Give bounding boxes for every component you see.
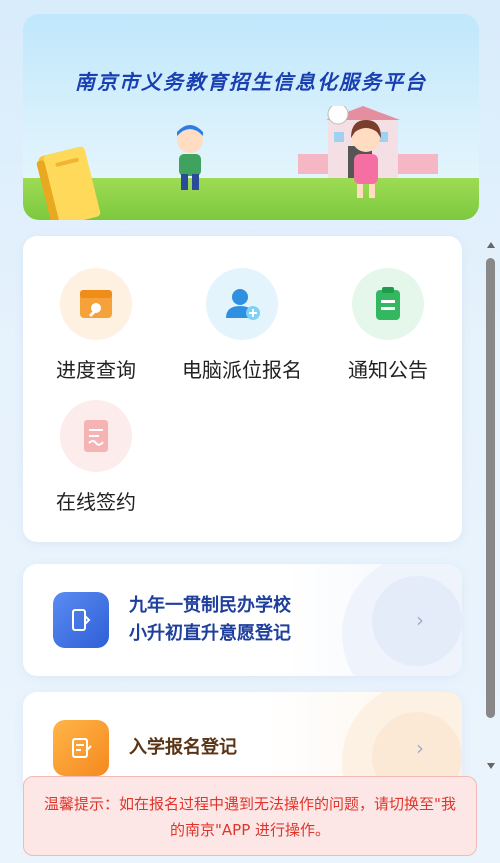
- registration-form-icon: [53, 720, 109, 776]
- service-label-user-register: 电脑派位报名: [182, 358, 302, 382]
- service-label-notice: 通知公告: [348, 358, 428, 382]
- entry-title: 入学报名登记: [129, 737, 237, 758]
- progress-query-icon-circle: [60, 268, 132, 340]
- notice-text: 温馨提示：如在报名过程中遇到无法操作的问题，请切换至"我的南京"APP 进行操作…: [44, 795, 456, 839]
- service-sign[interactable]: 在线签约: [31, 400, 161, 515]
- user-register-icon-circle: [206, 268, 278, 340]
- banner-title: 南京市义务教育招生信息化服务平台: [75, 70, 427, 94]
- chevron-right-icon: ›: [416, 736, 424, 760]
- sign-icon-circle: [60, 400, 132, 472]
- entry-title-line1: 九年一贯制民办学校: [129, 595, 291, 616]
- services-card: 进度查询 电脑派位报名 通知公告 在线签约: [23, 236, 462, 542]
- entry-title-line2: 小升初直升意愿登记: [129, 623, 291, 644]
- boy-illustration: [177, 125, 203, 190]
- entry-private-school-registration[interactable]: 九年一贯制民办学校 小升初直升意愿登记 ›: [23, 564, 462, 676]
- service-user-register[interactable]: 电脑派位报名: [177, 268, 307, 383]
- banner: 南京市义务教育招生信息化服务平台: [23, 14, 479, 220]
- scrollbar[interactable]: [484, 238, 498, 773]
- sign-icon: [84, 420, 108, 452]
- door-icon: [53, 592, 109, 648]
- warm-tip-notice: 温馨提示：如在报名过程中遇到无法操作的问题，请切换至"我的南京"APP 进行操作…: [23, 776, 477, 856]
- chevron-right-icon: ›: [416, 608, 424, 632]
- service-label-progress-query: 进度查询: [56, 358, 136, 382]
- notice-icon: [376, 287, 400, 320]
- service-progress-query[interactable]: 进度查询: [31, 268, 161, 383]
- user-register-icon: [226, 289, 260, 320]
- scrollbar-thumb[interactable]: [486, 258, 495, 718]
- notice-icon-circle: [352, 268, 424, 340]
- scroll-down-arrow-icon[interactable]: [487, 763, 495, 769]
- girl-illustration: [351, 120, 381, 198]
- service-label-sign: 在线签约: [56, 490, 136, 514]
- scroll-up-arrow-icon[interactable]: [487, 242, 495, 248]
- service-notice[interactable]: 通知公告: [323, 268, 453, 383]
- progress-query-icon: [80, 290, 112, 318]
